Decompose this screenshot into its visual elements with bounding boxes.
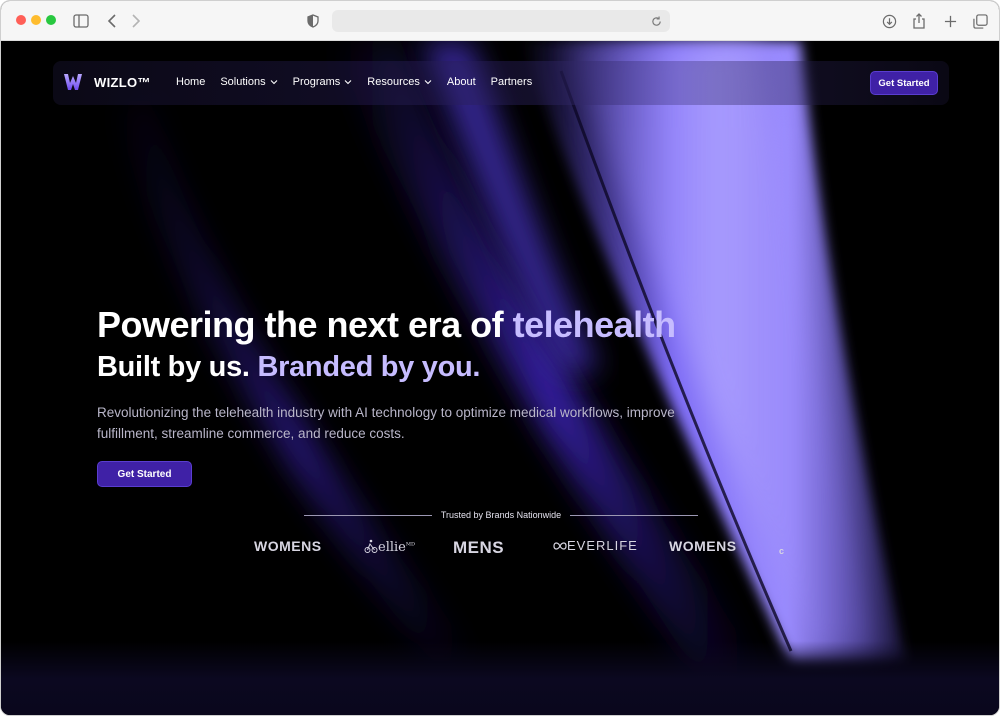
hero-get-started-button[interactable]: Get Started: [97, 461, 192, 487]
brand-logo-mens: MENS: [453, 538, 505, 557]
back-icon[interactable]: [102, 11, 122, 31]
zoom-window-button[interactable]: [46, 15, 56, 25]
nav-label: About: [446, 76, 476, 88]
tabs-icon[interactable]: [970, 11, 990, 31]
top-navigation: WIZLO™ Home Solutions Programs Resources…: [53, 61, 949, 105]
address-bar[interactable]: [332, 10, 670, 32]
nav-item-solutions[interactable]: Solutions: [220, 76, 277, 88]
shield-icon[interactable]: [303, 11, 323, 31]
nav-item-programs[interactable]: Programs: [293, 76, 353, 88]
hero-subtitle: Built by us. Branded by you.: [97, 351, 480, 384]
hero-title-accent: telehealth: [512, 304, 677, 345]
nav-label: Home: [176, 76, 206, 88]
bike-icon: [364, 539, 378, 553]
forward-icon[interactable]: [126, 11, 146, 31]
divider-left: [304, 515, 432, 516]
nav-item-about[interactable]: About: [447, 76, 476, 88]
hero-title: Powering the next era of telehealth: [97, 304, 676, 346]
infinity-icon: [553, 542, 567, 550]
brand-logo-partial: c: [779, 546, 785, 556]
nav-label: Solutions: [220, 76, 266, 88]
brand-logo-womens: WOMENS: [254, 538, 322, 554]
wizlo-logo-icon[interactable]: [62, 71, 84, 93]
close-window-button[interactable]: [16, 15, 26, 25]
brand-logo-womens-2: WOMENS: [669, 538, 737, 554]
hero-subtitle-main: Built by us.: [97, 351, 258, 383]
hero-subtitle-accent: Branded by you.: [257, 351, 481, 383]
new-tab-icon[interactable]: [940, 11, 960, 31]
browser-window: WIZLO™ Home Solutions Programs Resources…: [0, 0, 1000, 716]
hero-description: Revolutionizing the telehealth industry …: [97, 405, 675, 441]
main-menu: Home Solutions Programs Resources About …: [176, 76, 547, 88]
chevron-down-icon: [424, 80, 432, 85]
section-footer-fade: [1, 641, 999, 715]
browser-toolbar: [1, 1, 999, 41]
chevron-down-icon: [270, 80, 277, 85]
sidebar-icon[interactable]: [71, 11, 91, 31]
nav-item-partners[interactable]: Partners: [491, 76, 533, 88]
nav-get-started-button[interactable]: Get Started: [870, 71, 938, 95]
share-icon[interactable]: [909, 11, 929, 31]
hero-title-main: Powering the next era of: [97, 304, 513, 345]
brand-logo-everlife: EVERLIFE: [553, 538, 638, 553]
nav-label: Resources: [367, 76, 420, 88]
divider-right: [570, 515, 698, 516]
minimize-window-button[interactable]: [31, 15, 41, 25]
web-page: WIZLO™ Home Solutions Programs Resources…: [1, 41, 999, 715]
brand-logo-ellie: ellieMD: [364, 538, 415, 555]
download-icon[interactable]: [879, 11, 899, 31]
chevron-down-icon: [344, 80, 352, 85]
brand-logo-everlife-text: EVERLIFE: [567, 538, 638, 553]
nav-label: Partners: [490, 76, 533, 88]
trusted-label: Trusted by Brands Nationwide: [440, 510, 562, 520]
nav-label: Programs: [292, 76, 341, 88]
brand-logo-ellie-text: ellie: [378, 540, 406, 555]
reload-icon[interactable]: [648, 13, 664, 29]
nav-item-home[interactable]: Home: [176, 76, 205, 88]
nav-item-resources[interactable]: Resources: [367, 76, 432, 88]
brand-name[interactable]: WIZLO™: [94, 75, 151, 90]
